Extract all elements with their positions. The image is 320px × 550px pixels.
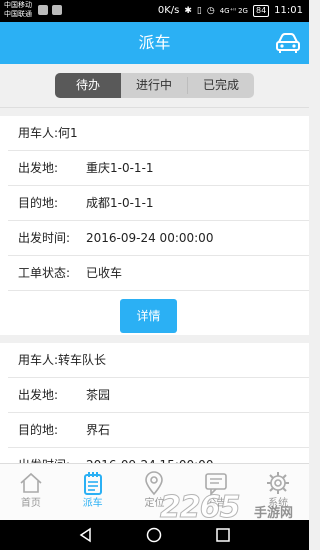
- carrier-1: 中国移动: [4, 1, 32, 9]
- order-card: 用车人:转车队长 出发地: 茶园 目的地: 界石 出发时间: 2016-09-2…: [0, 343, 309, 463]
- order-row-origin: 出发地: 茶园: [8, 378, 309, 413]
- nav-home[interactable]: 首页: [0, 464, 62, 520]
- status-value: 已收车: [86, 266, 123, 280]
- tab-in-progress[interactable]: 进行中: [121, 73, 187, 98]
- tab-completed[interactable]: 已完成: [188, 73, 254, 98]
- destination-label: 目的地:: [18, 196, 59, 210]
- tab-area: 待办 进行中 已完成: [0, 64, 309, 108]
- departure-time-label: 出发时间:: [18, 231, 71, 245]
- gear-icon: [267, 472, 290, 494]
- bottom-nav: 首页 派车 定位 公告 系统: [0, 463, 309, 520]
- notification-icon: [38, 5, 48, 15]
- origin-label: 出发地:: [18, 161, 59, 175]
- order-user: 用车人:转车队长: [18, 353, 107, 367]
- page-title: 派车: [138, 33, 171, 52]
- order-card: 用车人:何1 出发地: 重庆1-0-1-1 目的地: 成都1-0-1-1 出发时…: [0, 116, 309, 335]
- origin-label: 出发地:: [18, 388, 59, 402]
- app-bar: 派车: [0, 22, 309, 64]
- network-indicator: 4G⁺ᴵᴵ 2G: [219, 7, 248, 15]
- destination-value: 成都1-0-1-1: [86, 196, 154, 210]
- carrier-info: 中国移动 中国联通: [4, 1, 32, 19]
- nav-notice[interactable]: 公告: [185, 464, 247, 520]
- origin-value: 茶园: [86, 388, 111, 402]
- status-label: 工单状态:: [18, 266, 71, 280]
- notification-icons: [38, 5, 62, 15]
- back-icon[interactable]: [78, 527, 94, 543]
- home-circle-icon[interactable]: [146, 527, 162, 543]
- order-row-departure-time: 出发时间: 2016-09-24 15:00:00: [8, 448, 309, 463]
- order-user: 用车人:何1: [18, 126, 78, 140]
- nav-system-label: 系统: [268, 498, 289, 509]
- vibrate-icon: ▯: [196, 6, 202, 16]
- recents-icon[interactable]: [215, 527, 231, 543]
- app-screen: 中国移动 中国联通 0K/s ✱ ▯ ◷ 4G⁺ᴵᴵ 2G 84 11:01 派…: [0, 0, 309, 550]
- status-right: 0K/s ✱ ▯ ◷ 4G⁺ᴵᴵ 2G 84 11:01: [158, 4, 303, 18]
- nav-location-label: 定位: [144, 498, 165, 509]
- destination-value: 界石: [86, 423, 111, 437]
- order-row-status: 工单状态: 已收车: [8, 256, 309, 291]
- nav-home-label: 首页: [20, 498, 41, 509]
- net-speed: 0K/s: [157, 5, 180, 16]
- clock: 11:01: [274, 5, 303, 16]
- status-bar: 中国移动 中国联通 0K/s ✱ ▯ ◷ 4G⁺ᴵᴵ 2G 84 11:01: [0, 0, 309, 22]
- order-row-destination: 目的地: 界石: [8, 413, 309, 448]
- nav-system[interactable]: 系统: [247, 464, 309, 520]
- image-notification-icon: [52, 5, 62, 15]
- departure-time-label: 出发时间:: [18, 448, 70, 463]
- car-icon[interactable]: [275, 31, 301, 55]
- message-icon: [205, 473, 228, 496]
- departure-time-value: 2016-09-24 00:00:00: [86, 231, 214, 245]
- alarm-icon: ◷: [206, 6, 215, 16]
- notepad-icon: [83, 472, 102, 495]
- destination-label: 目的地:: [18, 423, 59, 437]
- order-row-origin: 出发地: 重庆1-0-1-1: [8, 151, 309, 186]
- location-pin-icon: [145, 471, 164, 496]
- tab-todo[interactable]: 待办: [55, 73, 121, 98]
- home-icon: [20, 472, 42, 493]
- nav-notice-label: 公告: [206, 498, 227, 509]
- bluetooth-icon: ✱: [184, 6, 192, 16]
- detail-button[interactable]: 详情: [120, 299, 177, 333]
- battery-icon: 84: [252, 5, 270, 17]
- order-user-row: 用车人:转车队长: [8, 343, 309, 378]
- detail-button-wrap: 详情: [0, 291, 309, 335]
- status-tabs: 待办 进行中 已完成: [55, 73, 254, 98]
- order-row-destination: 目的地: 成都1-0-1-1: [8, 186, 309, 221]
- departure-time-value: 2016-09-24 15:00:00: [86, 448, 213, 463]
- order-user-row: 用车人:何1: [8, 116, 309, 151]
- origin-value: 重庆1-0-1-1: [86, 161, 154, 175]
- order-row-departure-time: 出发时间: 2016-09-24 00:00:00: [8, 221, 309, 256]
- nav-dispatch[interactable]: 派车: [62, 464, 124, 520]
- nav-dispatch-label: 派车: [82, 498, 103, 509]
- carrier-2: 中国联通: [4, 10, 32, 18]
- nav-location[interactable]: 定位: [124, 464, 186, 520]
- system-nav-bar: [0, 520, 309, 550]
